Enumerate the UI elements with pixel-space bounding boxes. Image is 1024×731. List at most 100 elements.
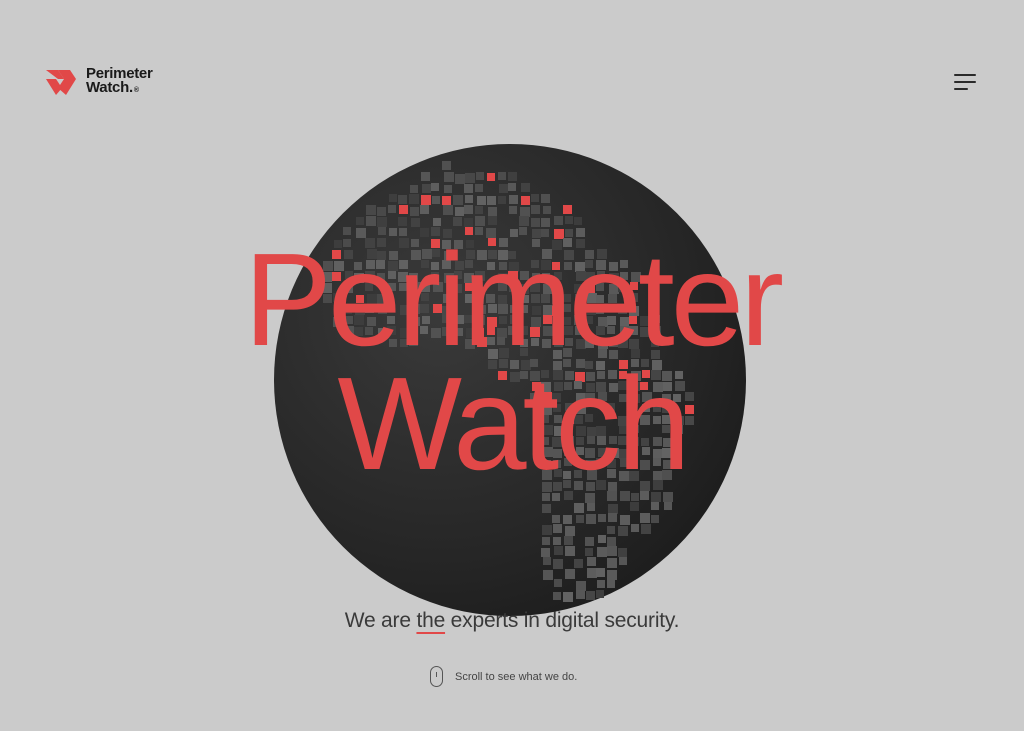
globe-pixel: [565, 546, 575, 556]
globe-pixel-highlight: [487, 173, 495, 181]
globe-pixel: [475, 184, 483, 192]
globe-pixel: [356, 217, 364, 225]
globe-pixel: [487, 196, 496, 205]
globe-pixel: [576, 581, 586, 591]
globe-pixel: [554, 216, 563, 225]
globe-pixel: [618, 548, 627, 557]
globe-pixel: [433, 218, 441, 226]
globe-pixel: [488, 216, 497, 225]
globe-pixel: [477, 196, 486, 205]
globe-pixel: [586, 591, 595, 600]
globe-pixel: [618, 526, 628, 536]
globe-pixel: [620, 515, 630, 525]
tagline-emphasis: the: [416, 609, 446, 632]
globe-pixel: [520, 207, 530, 217]
globe-pixel: [630, 502, 639, 511]
registered-mark: ®: [133, 86, 139, 94]
globe-pixel: [585, 548, 593, 556]
globe-pixel: [598, 514, 606, 522]
globe-pixel: [607, 537, 616, 546]
globe-pixel: [640, 513, 650, 523]
globe-pixel: [519, 216, 529, 226]
globe-pixel: [509, 195, 518, 204]
globe-pixel: [607, 570, 617, 580]
tagline: We are the experts in digital security.: [0, 609, 1024, 633]
globe-pixel: [421, 172, 430, 181]
globe-pixel: [607, 526, 615, 534]
globe-pixel: [552, 515, 560, 523]
globe-pixel: [499, 184, 508, 193]
globe-pixel: [531, 194, 539, 202]
scroll-hint-text: Scroll to see what we do.: [455, 670, 578, 683]
globe-pixel-highlight: [421, 195, 431, 205]
globe-pixel: [377, 207, 386, 216]
perimeter-watch-logo-icon: [46, 70, 76, 95]
globe-pixel: [455, 207, 464, 216]
globe-pixel: [442, 161, 451, 170]
globe-pixel: [543, 206, 551, 214]
globe-pixel: [563, 515, 572, 524]
globe-pixel: [509, 206, 517, 214]
globe-pixel: [475, 216, 485, 226]
globe-pixel: [565, 526, 575, 536]
globe-pixel: [608, 513, 617, 522]
globe-pixel: [607, 580, 615, 588]
hero-title: Perimeter Watch: [0, 226, 1024, 497]
globe-pixel: [651, 502, 659, 510]
globe-pixel: [521, 183, 530, 192]
globe-pixel: [585, 537, 594, 546]
globe-pixel: [422, 184, 431, 193]
logo-link[interactable]: Perimeter Watch.®: [44, 66, 153, 98]
logo-wordmark: Perimeter Watch.®: [86, 66, 153, 98]
globe-pixel: [608, 504, 618, 514]
globe-pixel: [565, 216, 573, 224]
globe-pixel: [576, 515, 584, 523]
globe-pixel: [576, 590, 585, 599]
globe-pixel: [465, 195, 473, 203]
globe-pixel: [554, 546, 563, 555]
globe-pixel: [475, 206, 483, 214]
globe-pixel: [388, 205, 396, 213]
globe-pixel: [574, 559, 583, 568]
globe-pixel: [641, 524, 651, 534]
globe-pixel: [410, 185, 418, 193]
globe-pixel: [553, 537, 561, 545]
globe-pixel: [631, 524, 639, 532]
landing-page: Perimeter Watch.® Perimeter Watch We are…: [0, 0, 1024, 731]
globe-pixel: [531, 205, 540, 214]
globe-pixel: [410, 207, 419, 216]
globe-pixel: [464, 205, 473, 214]
globe-pixel-highlight: [521, 196, 530, 205]
menu-line: [954, 88, 968, 90]
globe-pixel: [553, 592, 561, 600]
globe-pixel: [443, 205, 453, 215]
globe-pixel: [453, 195, 463, 205]
mouse-scroll-icon: [430, 666, 443, 687]
globe-pixel: [664, 502, 672, 510]
globe-pixel: [553, 524, 562, 533]
globe-pixel: [398, 195, 407, 204]
globe-pixel: [596, 568, 605, 577]
scroll-hint[interactable]: Scroll to see what we do.: [430, 666, 577, 687]
hero-title-line-1: Perimeter: [243, 226, 784, 373]
hamburger-menu-icon[interactable]: [950, 70, 980, 96]
menu-line: [954, 81, 976, 83]
globe-pixel: [574, 503, 584, 513]
globe-pixel: [432, 196, 440, 204]
globe-pixel: [498, 172, 506, 180]
globe-pixel: [453, 217, 462, 226]
globe-pixel: [508, 183, 516, 191]
globe-pixel: [488, 207, 497, 216]
globe-pixel: [476, 172, 484, 180]
globe-pixel: [587, 557, 596, 566]
globe-pixel: [465, 173, 475, 183]
globe-pixel: [541, 548, 550, 557]
globe-pixel: [587, 568, 597, 578]
hero-title-line-2: Watch: [337, 350, 690, 497]
globe-pixel: [366, 216, 376, 226]
globe-pixel: [420, 205, 429, 214]
globe-pixel: [597, 547, 607, 557]
globe-pixel-highlight: [399, 205, 408, 214]
globe-pixel: [619, 557, 627, 565]
globe-pixel-highlight: [563, 205, 572, 214]
